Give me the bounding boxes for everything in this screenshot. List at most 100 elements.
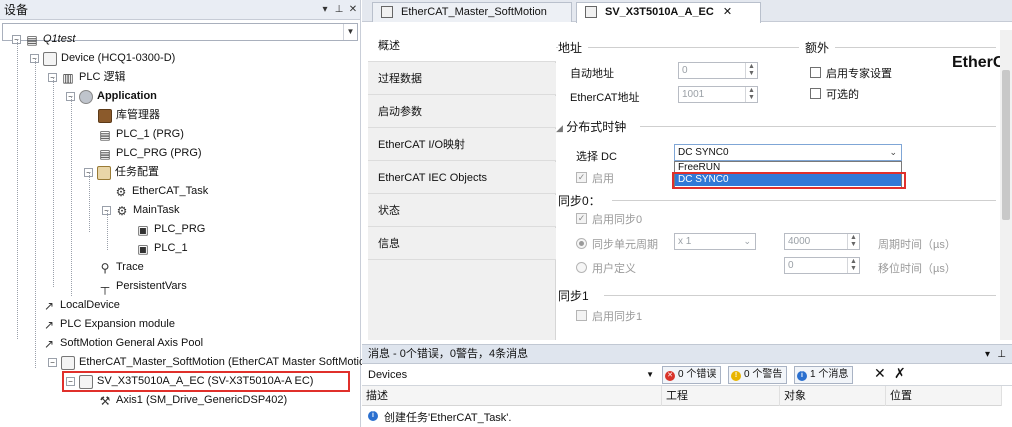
enable-sync1-checkbox[interactable] xyxy=(576,310,587,321)
warnings-filter-button[interactable]: ! 0 个警告 xyxy=(728,366,788,384)
spinner-icon[interactable]: ▲ ▼ xyxy=(745,87,757,102)
clear-all-icon[interactable]: ✗ xyxy=(894,365,906,382)
tree-item[interactable]: − 任务配置 xyxy=(84,163,159,182)
tree-item[interactable]: ▤ PLC_PRG (PRG) xyxy=(98,144,201,163)
tree-guide-line xyxy=(71,96,72,296)
auto-address-label: 自动地址 xyxy=(570,68,614,80)
nav-info[interactable]: 信息 xyxy=(368,228,556,260)
tree-item[interactable]: ⚲ Trace xyxy=(98,258,144,277)
auto-address-field[interactable]: 0 ▲ ▼ xyxy=(678,62,758,79)
close-icon[interactable]: ✕ xyxy=(346,4,360,15)
ethercat-address-label: EtherCAT地址 xyxy=(570,92,640,104)
tree-item[interactable]: ▤ PLC_1 (PRG) xyxy=(98,125,184,144)
user-defined-radio[interactable] xyxy=(576,262,587,273)
nav-process-data[interactable]: 过程数据 xyxy=(368,63,556,95)
axis-icon: ⚒ xyxy=(99,393,111,408)
optional-checkbox[interactable] xyxy=(810,88,821,99)
shift-time-field[interactable]: 0 ▲ ▼ xyxy=(784,257,860,274)
messages-source-select[interactable]: Devices ▼ xyxy=(366,366,656,384)
tree-item[interactable]: − ▤ Q1test xyxy=(12,30,75,49)
pin-icon[interactable]: ⊥ xyxy=(332,4,346,15)
nav-startup-params[interactable]: 启动参数 xyxy=(368,96,556,128)
tree-item-label: PLC_1 xyxy=(154,242,188,254)
tree-item-label: PLC Expansion module xyxy=(60,318,175,330)
pin-icon[interactable]: ⊥ xyxy=(997,345,1006,364)
project-icon: ▤ xyxy=(26,32,38,47)
chevron-down-icon[interactable]: ▼ xyxy=(343,24,357,40)
col-project[interactable]: 工程 xyxy=(662,386,780,406)
tree-item[interactable]: ↗ PLC Expansion module xyxy=(42,315,175,334)
nav-iec-objects[interactable]: EtherCAT IEC Objects xyxy=(368,162,556,194)
tree-item[interactable]: ▣ PLC_PRG xyxy=(136,220,205,239)
tree-item-label: 库管理器 xyxy=(116,109,160,121)
tree-guide-line xyxy=(35,58,36,368)
tab-sv-drive[interactable]: SV_X3T5010A_A_EC ✕ xyxy=(576,2,761,23)
scrollbar-thumb[interactable] xyxy=(1002,70,1010,220)
application-icon xyxy=(79,89,93,104)
tree-item[interactable]: ⚙ EtherCAT_Task xyxy=(114,182,209,201)
tree-item[interactable]: ▣ PLC_1 xyxy=(136,239,188,258)
tree-item[interactable]: − ⚙ MainTask xyxy=(102,201,179,220)
sync-unit-value: x 1 xyxy=(678,236,692,247)
sync-unit-select[interactable]: x 1 ⌄ xyxy=(674,233,756,250)
extra-section-title: 额外 xyxy=(799,39,836,56)
tab-ethercat-master[interactable]: EtherCAT_Master_SoftMotion xyxy=(372,2,572,22)
enable-sync0-label: 启用同步0 xyxy=(592,214,643,226)
tree-item-label: 任务配置 xyxy=(115,166,159,178)
highlight-box xyxy=(672,172,906,189)
trace-icon: ⚲ xyxy=(100,260,110,275)
highlight-box xyxy=(62,371,350,392)
cycle-time-field[interactable]: 4000 ▲ ▼ xyxy=(784,233,860,250)
nav-status[interactable]: 状态 xyxy=(368,195,556,227)
collapse-toggle-icon[interactable]: − xyxy=(48,358,57,367)
collapse-icon[interactable]: ◢ xyxy=(556,123,563,133)
spinner-icon[interactable]: ▲ ▼ xyxy=(847,258,859,273)
task-icon: ⚙ xyxy=(116,203,128,218)
clear-messages-icon[interactable]: ✕ xyxy=(874,365,886,382)
messages-title: 消息 - 0个错误，0警告，4条消息 xyxy=(368,348,529,360)
tree-item[interactable]: 库管理器 xyxy=(98,106,160,125)
tree-item[interactable]: − ▥ PLC 逻辑 xyxy=(48,68,125,87)
expert-settings-checkbox[interactable] xyxy=(810,67,821,78)
tree-item[interactable]: − EtherCAT_Master_SoftMotion (EtherCAT Ma… xyxy=(48,353,375,372)
tree-guide-line xyxy=(107,210,108,250)
tree-item[interactable]: ⚒ Axis1 (SM_Drive_GenericDSP402) xyxy=(98,391,288,410)
content-scrollbar[interactable] xyxy=(1000,30,1012,340)
sync-unit-radio[interactable] xyxy=(576,238,587,249)
col-position[interactable]: 位置 xyxy=(886,386,1002,406)
chevron-down-icon[interactable]: ▼ xyxy=(646,366,654,384)
devices-panel-header: 设备 ▾ ⊥ ✕ xyxy=(0,0,360,20)
tree-item[interactable]: ↗ SoftMotion General Axis Pool xyxy=(42,334,203,353)
tree-item-label: EtherCAT_Task xyxy=(132,185,209,197)
message-row[interactable]: i 创建任务'EtherCAT_Task'. xyxy=(362,406,1002,427)
enable-dc-checkbox[interactable]: ✓ xyxy=(576,172,587,183)
enable-sync0-checkbox[interactable]: ✓ xyxy=(576,213,587,224)
select-dc-dropdown[interactable]: DC SYNC0 ⌄ xyxy=(674,144,902,161)
col-description[interactable]: 描述 xyxy=(362,386,662,406)
spinner-icon[interactable]: ▲ ▼ xyxy=(847,234,859,249)
tree-item[interactable]: ┬ PersistentVars xyxy=(98,277,187,296)
tab-label: SV_X3T5010A_A_EC xyxy=(605,6,714,18)
panel-menu-icon[interactable]: ▾ xyxy=(318,4,332,15)
ethercat-address-field[interactable]: 1001 ▲ ▼ xyxy=(678,86,758,103)
tree-item-label: PLC_1 (PRG) xyxy=(116,128,184,140)
infos-filter-button[interactable]: i1 个消息 xyxy=(794,366,854,384)
overview-content: 地址 额外 自动地址 0 ▲ ▼ EtherCAT地址 1001 ▲ ▼ 启用专家设… xyxy=(556,30,1005,340)
spinner-icon[interactable]: ▲ ▼ xyxy=(745,63,757,78)
tree-item[interactable]: ↗ LocalDevice xyxy=(42,296,120,315)
tree-item[interactable]: − Application xyxy=(66,87,157,106)
user-defined-label: 用户定义 xyxy=(592,263,636,275)
panel-menu-icon[interactable]: ▾ xyxy=(985,345,990,364)
errors-filter-button[interactable]: ✕ 0 个错误 xyxy=(662,366,722,384)
chevron-down-icon[interactable]: ⌄ xyxy=(743,234,751,249)
ethercat-logo: EtherC xyxy=(952,54,1005,71)
sync0-section-title: 同步0： xyxy=(558,192,607,209)
nav-overview[interactable]: 概述 xyxy=(368,30,557,62)
col-object[interactable]: 对象 xyxy=(780,386,886,406)
tree-item[interactable]: − Device (HCQ1-0300-D) xyxy=(30,49,175,68)
chevron-down-icon[interactable]: ⌄ xyxy=(889,145,897,160)
tab-close-icon[interactable]: ✕ xyxy=(723,6,732,18)
nav-io-mapping[interactable]: EtherCAT I/O映射 xyxy=(368,129,556,161)
tab-label: EtherCAT_Master_SoftMotion xyxy=(401,6,547,18)
tree-item-label: LocalDevice xyxy=(60,299,120,311)
